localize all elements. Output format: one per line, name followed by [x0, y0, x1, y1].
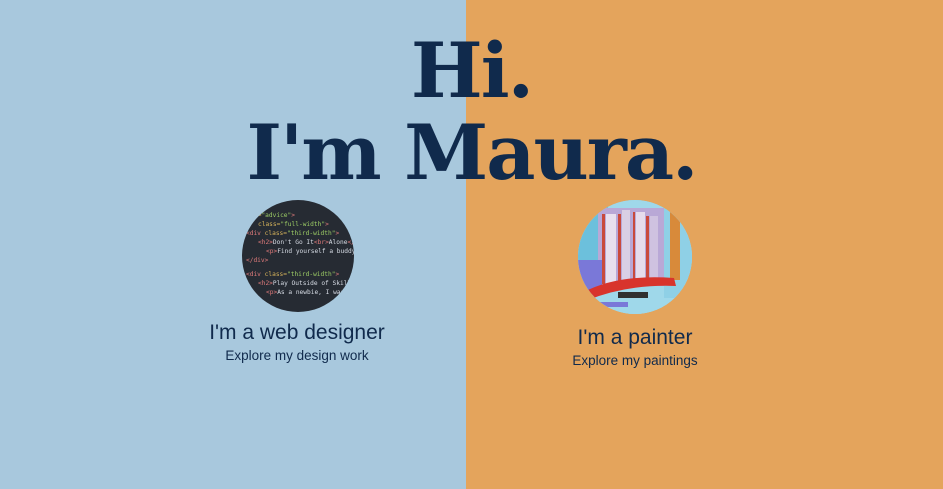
abstract-painting-thumbnail[interactable]	[578, 200, 692, 314]
painting-artwork	[578, 200, 692, 314]
headline-line-1: Hi.	[410, 26, 534, 115]
painter-subtitle[interactable]: Explore my paintings	[470, 353, 800, 368]
painter-link[interactable]: I'm a painter Explore my paintings	[470, 200, 800, 368]
web-designer-title[interactable]: I'm a web designer	[132, 321, 462, 345]
code-snippet-thumbnail[interactable]: d="advice"> class="full-width"> <div cla…	[242, 200, 354, 312]
web-designer-subtitle[interactable]: Explore my design work	[132, 348, 462, 363]
page-title: Hi. I'm Maura.	[0, 30, 943, 194]
web-designer-link[interactable]: d="advice"> class="full-width"> <div cla…	[132, 200, 462, 363]
painter-title[interactable]: I'm a painter	[470, 326, 800, 350]
headline-line-2: I'm Maura.	[246, 108, 698, 197]
